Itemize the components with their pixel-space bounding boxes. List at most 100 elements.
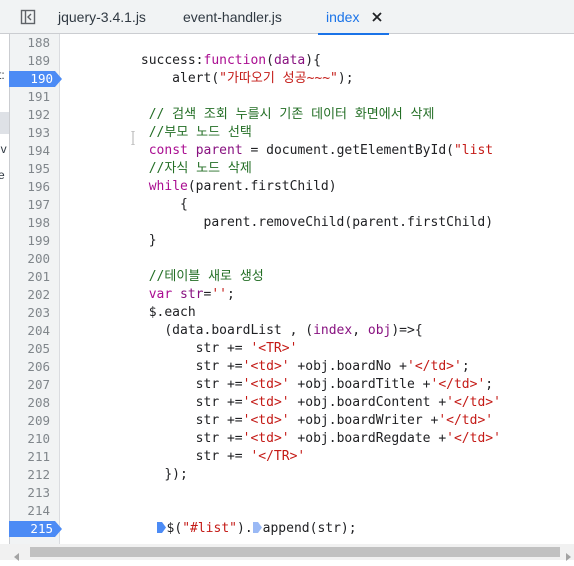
line-number[interactable]: 193 bbox=[4, 124, 50, 142]
code-line[interactable]: (data.boardList , (index, obj)=>{ bbox=[70, 322, 423, 340]
horizontal-scrollbar[interactable] bbox=[10, 544, 574, 561]
line-number[interactable]: 196 bbox=[4, 178, 50, 196]
line-number[interactable]: 208 bbox=[4, 394, 50, 412]
code-token: ). bbox=[237, 521, 253, 536]
code-line[interactable]: //부모 노드 선택 bbox=[70, 124, 252, 142]
line-number-gutter[interactable]: 188 189 190 191 192 193 194 195 196 197 198 199 200 2… bbox=[9, 34, 63, 544]
code-token: (data.boardList , ( bbox=[164, 323, 314, 338]
line-number[interactable]: 200 bbox=[4, 250, 50, 268]
code-token: "가따오기 성공~~~" bbox=[219, 71, 338, 86]
code-token: '</td>' bbox=[430, 377, 486, 392]
execution-marker-icon[interactable] bbox=[252, 521, 263, 533]
line-number[interactable]: 189 bbox=[4, 52, 50, 70]
line-number[interactable]: 214 bbox=[4, 502, 50, 520]
line-number[interactable]: 211 bbox=[4, 448, 50, 466]
line-number[interactable]: 198 bbox=[4, 214, 50, 232]
code-token: str += bbox=[195, 413, 243, 428]
line-number[interactable]: 201 bbox=[4, 268, 50, 286]
code-token: success: bbox=[140, 53, 204, 68]
code-token: +obj.boardTitle + bbox=[289, 377, 431, 392]
code-line[interactable]: { bbox=[70, 196, 188, 214]
line-number[interactable]: 199 bbox=[4, 232, 50, 250]
code-token: )=>{ bbox=[391, 323, 423, 338]
line-number[interactable]: 192 bbox=[4, 106, 50, 124]
execution-marker-icon[interactable] bbox=[156, 521, 167, 533]
code-token: str += bbox=[195, 449, 243, 464]
code-line[interactable]: //자식 노드 삭제 bbox=[70, 160, 252, 178]
code-line[interactable]: str +='<td>' +obj.boardContent +'</td>' bbox=[70, 394, 501, 412]
code-token: str += bbox=[195, 395, 243, 410]
code-token: str += bbox=[195, 341, 243, 356]
breakpoint-marker[interactable]: 215 bbox=[9, 520, 63, 538]
scroll-corner bbox=[0, 544, 10, 560]
line-number[interactable]: 210 bbox=[4, 430, 50, 448]
code-token: function bbox=[203, 53, 267, 68]
code-line[interactable]: str +='<td>' +obj.boardWriter +'</td>' bbox=[70, 412, 493, 430]
line-number[interactable]: 209 bbox=[4, 412, 50, 430]
code-line[interactable]: }); bbox=[70, 466, 187, 484]
line-number[interactable]: 204 bbox=[4, 322, 50, 340]
code-token: '</td>' bbox=[446, 395, 501, 410]
breakpoint-marker[interactable]: 190 bbox=[9, 70, 63, 88]
code-token: //자식 노드 삭제 bbox=[148, 161, 252, 176]
line-number[interactable]: 212 bbox=[4, 466, 50, 484]
code-line[interactable]: parent.removeChild(parent.firstChild) bbox=[70, 214, 493, 232]
line-number: 215 bbox=[30, 521, 53, 536]
line-number[interactable]: 197 bbox=[4, 196, 50, 214]
scroll-left-icon[interactable] bbox=[12, 547, 22, 561]
code-token: $( bbox=[166, 521, 183, 536]
code-line[interactable]: while(parent.firstChild) bbox=[70, 178, 337, 196]
code-line[interactable]: success:function(data){ bbox=[70, 52, 321, 70]
code-token: const bbox=[148, 143, 188, 158]
code-token: (parent.firstChild) bbox=[187, 179, 337, 194]
code-line[interactable]: //테이블 새로 생성 bbox=[70, 268, 264, 286]
scrollbar-thumb[interactable] bbox=[30, 547, 560, 557]
code-line[interactable]: $("#list"). append(str); bbox=[70, 520, 357, 538]
code-line[interactable]: str +='<td>' +obj.boardNo +'</td>'; bbox=[70, 358, 470, 376]
code-line[interactable]: str +='<td>' +obj.boardTitle +'</td>'; bbox=[70, 376, 493, 394]
line-number[interactable]: 191 bbox=[4, 88, 50, 106]
code-token: str += bbox=[195, 431, 243, 446]
line-number[interactable]: 194 bbox=[4, 142, 50, 160]
code-token: "list bbox=[453, 143, 494, 158]
tab-event-handler[interactable]: event-handler.js bbox=[183, 0, 282, 34]
line-number[interactable]: 203 bbox=[4, 304, 50, 322]
line-number[interactable]: 207 bbox=[4, 376, 50, 394]
code-line[interactable]: str += '<TR>' bbox=[70, 340, 298, 358]
code-token: +obj.boardNo + bbox=[289, 359, 408, 374]
code-token: ; bbox=[485, 377, 494, 392]
line-number[interactable]: 205 bbox=[4, 340, 50, 358]
code-token: $.each bbox=[148, 305, 196, 320]
code-line[interactable]: // 검색 조회 누를시 기존 데이터 화면에서 삭제 bbox=[70, 106, 435, 124]
code-editor[interactable]: success:function(data){ alert("가따오기 성공~~… bbox=[70, 34, 574, 544]
line-number[interactable]: 213 bbox=[4, 484, 50, 502]
code-line[interactable]: str +='<td>' +obj.boardRegdate +'</td>' bbox=[70, 430, 501, 448]
code-token: , bbox=[352, 323, 368, 338]
line-number[interactable]: 195 bbox=[4, 160, 50, 178]
close-tab-icon[interactable] bbox=[369, 9, 385, 25]
scroll-right-icon[interactable] bbox=[563, 547, 573, 561]
code-line[interactable]: $.each bbox=[70, 304, 196, 322]
code-token: "#list" bbox=[182, 521, 237, 536]
code-token: '<td>' bbox=[242, 359, 290, 374]
code-token: +obj.boardRegdate + bbox=[289, 431, 447, 446]
code-token: '</td>' bbox=[446, 431, 501, 446]
toggle-navigator-icon[interactable] bbox=[20, 9, 36, 25]
code-token: '<TR>' bbox=[250, 341, 298, 356]
line-number[interactable]: 188 bbox=[4, 34, 50, 52]
code-line[interactable]: str += '</TR>' bbox=[70, 448, 306, 466]
code-line[interactable]: alert("가따오기 성공~~~"); bbox=[70, 70, 354, 88]
code-token: '</td>' bbox=[438, 413, 494, 428]
code-line[interactable]: } bbox=[70, 232, 157, 250]
code-token: '</TR>' bbox=[250, 449, 306, 464]
tab-index[interactable]: index bbox=[317, 0, 391, 35]
code-token: ); bbox=[337, 71, 354, 86]
tab-jquery[interactable]: jquery-3.4.1.js bbox=[58, 0, 146, 34]
code-token: = document.getElementById( bbox=[242, 143, 454, 158]
line-number[interactable]: 202 bbox=[4, 286, 50, 304]
line-number[interactable]: 206 bbox=[4, 358, 50, 376]
code-line[interactable]: var str=''; bbox=[70, 286, 235, 304]
